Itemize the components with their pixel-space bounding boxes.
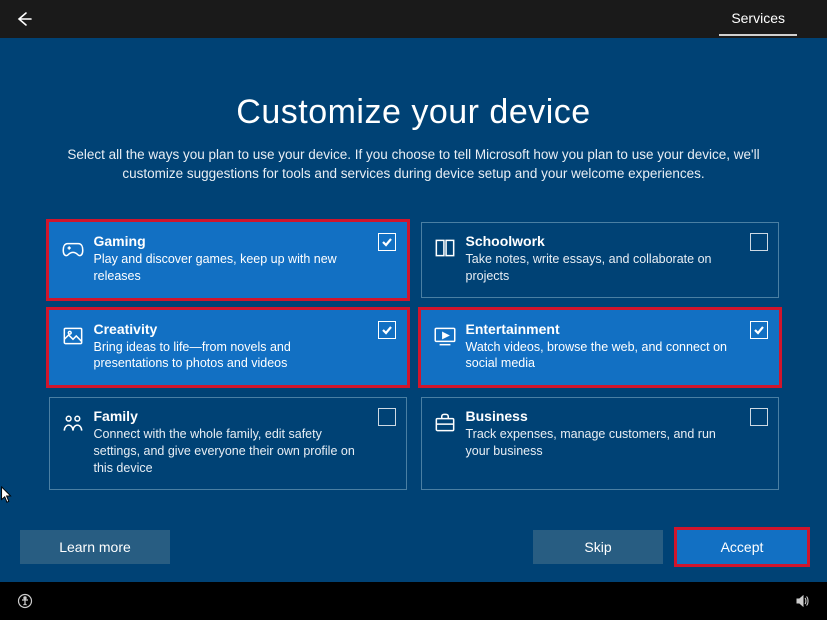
checkbox[interactable] bbox=[378, 233, 396, 251]
checkbox[interactable] bbox=[378, 408, 396, 426]
main-panel: Customize your device Select all the way… bbox=[0, 38, 827, 582]
card-business[interactable]: Business Track expenses, manage customer… bbox=[421, 397, 779, 490]
card-family[interactable]: Family Connect with the whole family, ed… bbox=[49, 397, 407, 490]
card-title: Family bbox=[94, 408, 364, 424]
card-title: Business bbox=[466, 408, 736, 424]
checkmark-icon bbox=[381, 236, 393, 248]
accessibility-icon bbox=[17, 593, 33, 609]
page-subtitle: Select all the ways you plan to use your… bbox=[64, 146, 764, 184]
volume-button[interactable] bbox=[791, 590, 813, 612]
mouse-cursor bbox=[0, 486, 14, 504]
checkmark-icon bbox=[753, 324, 765, 336]
checkmark-icon bbox=[381, 324, 393, 336]
card-title: Creativity bbox=[94, 321, 364, 337]
business-icon bbox=[432, 410, 458, 436]
checkbox[interactable] bbox=[750, 408, 768, 426]
system-bar bbox=[0, 582, 827, 620]
family-icon bbox=[60, 410, 86, 436]
accept-button[interactable]: Accept bbox=[677, 530, 807, 564]
checkbox[interactable] bbox=[750, 321, 768, 339]
schoolwork-icon bbox=[432, 235, 458, 261]
checkbox[interactable] bbox=[378, 321, 396, 339]
skip-button[interactable]: Skip bbox=[533, 530, 663, 564]
card-desc: Connect with the whole family, edit safe… bbox=[94, 426, 364, 477]
card-gaming[interactable]: Gaming Play and discover games, keep up … bbox=[49, 222, 407, 298]
card-title: Schoolwork bbox=[466, 233, 736, 249]
page-title: Customize your device bbox=[0, 93, 827, 132]
creativity-icon bbox=[60, 323, 86, 349]
card-desc: Watch videos, browse the web, and connec… bbox=[466, 339, 736, 373]
entertainment-icon bbox=[432, 323, 458, 349]
usage-options-grid: Gaming Play and discover games, keep up … bbox=[49, 222, 779, 490]
card-entertainment[interactable]: Entertainment Watch videos, browse the w… bbox=[421, 310, 779, 386]
learn-more-button[interactable]: Learn more bbox=[20, 530, 170, 564]
card-title: Entertainment bbox=[466, 321, 736, 337]
card-schoolwork[interactable]: Schoolwork Take notes, write essays, and… bbox=[421, 222, 779, 298]
gaming-icon bbox=[60, 235, 86, 261]
volume-icon bbox=[794, 593, 810, 609]
accessibility-button[interactable] bbox=[14, 590, 36, 612]
card-desc: Track expenses, manage customers, and ru… bbox=[466, 426, 736, 460]
back-button[interactable] bbox=[10, 5, 38, 33]
card-desc: Take notes, write essays, and collaborat… bbox=[466, 251, 736, 285]
footer-buttons: Learn more Skip Accept bbox=[0, 530, 827, 564]
arrow-left-icon bbox=[14, 9, 34, 29]
tab-services[interactable]: Services bbox=[719, 2, 797, 36]
checkbox[interactable] bbox=[750, 233, 768, 251]
card-creativity[interactable]: Creativity Bring ideas to life—from nove… bbox=[49, 310, 407, 386]
card-desc: Play and discover games, keep up with ne… bbox=[94, 251, 364, 285]
card-title: Gaming bbox=[94, 233, 364, 249]
card-desc: Bring ideas to life—from novels and pres… bbox=[94, 339, 364, 373]
title-bar: Services bbox=[0, 0, 827, 38]
